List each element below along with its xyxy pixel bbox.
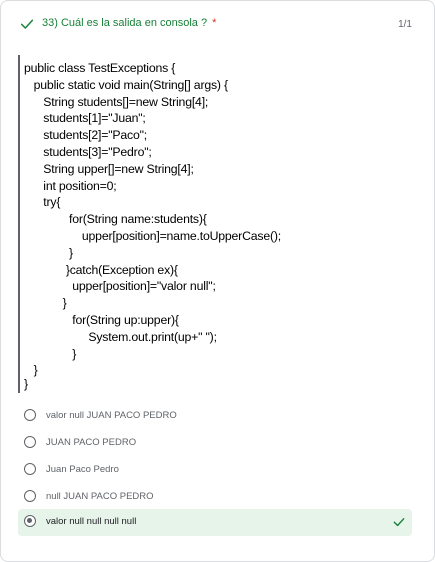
- correct-check-icon: [393, 518, 405, 527]
- radio-button[interactable]: [24, 436, 36, 448]
- answer-option[interactable]: Juan Paco Pedro: [18, 457, 412, 484]
- option-label: valor null null null null: [46, 516, 137, 527]
- option-label: Juan Paco Pedro: [46, 464, 119, 475]
- code-line: System.out.print(up+" ");: [24, 329, 217, 344]
- question-card: 33) Cuál es la salida en consola ? * 1/1…: [0, 0, 435, 562]
- code-line: public class TestExceptions {: [24, 61, 176, 75]
- score-badge: 1/1: [398, 19, 412, 30]
- code-line: String upper[]=new String[4];: [24, 161, 194, 176]
- code-line: }: [24, 377, 28, 391]
- code-line: String students[]=new String[4];: [24, 94, 209, 109]
- code-line: }: [24, 296, 67, 311]
- check-icon: [20, 19, 34, 29]
- code-line: }: [24, 363, 38, 378]
- code-line: }: [24, 245, 73, 260]
- answer-option[interactable]: JUAN PACO PEDRO: [18, 430, 412, 457]
- question-title: 33) Cuál es la salida en consola ?: [42, 17, 208, 29]
- code-line: for(String up:upper){: [24, 313, 179, 327]
- radio-button-checked[interactable]: [24, 515, 36, 527]
- option-label: valor null JUAN PACO PEDRO: [46, 410, 177, 421]
- option-label: JUAN PACO PEDRO: [46, 437, 137, 448]
- required-mark: *: [212, 17, 217, 29]
- radio-button[interactable]: [24, 463, 36, 475]
- code-line: upper[position]=name.toUpperCase();: [24, 229, 281, 243]
- code-line: students[3]="Pedro";: [24, 145, 152, 159]
- radio-button[interactable]: [24, 490, 36, 502]
- code-line: int position=0;: [24, 178, 117, 193]
- code-line: }catch(Exception ex){: [24, 262, 178, 277]
- code-line: students[1]="Juan";: [24, 111, 146, 126]
- answer-option[interactable]: null JUAN PACO PEDRO: [18, 484, 412, 511]
- answer-option[interactable]: valor null JUAN PACO PEDRO: [18, 403, 412, 430]
- code-line: upper[position]="valor null";: [24, 279, 216, 294]
- code-line: public static void main(String[] args) {: [24, 77, 229, 92]
- option-label: null JUAN PACO PEDRO: [46, 491, 154, 502]
- code-line: for(String name:students){: [24, 212, 207, 227]
- code-image: public class TestExceptions { public sta…: [18, 55, 416, 393]
- code-line: students[2]="Paco";: [24, 128, 148, 143]
- code-line: try{: [24, 195, 61, 210]
- answer-option-selected[interactable]: valor null null null null: [18, 509, 412, 536]
- question-header: 33) Cuál es la salida en consola ? * 1/1: [19, 15, 412, 35]
- radio-button[interactable]: [24, 409, 36, 421]
- question-title-row: 33) Cuál es la salida en consola ? *: [42, 17, 216, 29]
- code-line: }: [24, 346, 77, 361]
